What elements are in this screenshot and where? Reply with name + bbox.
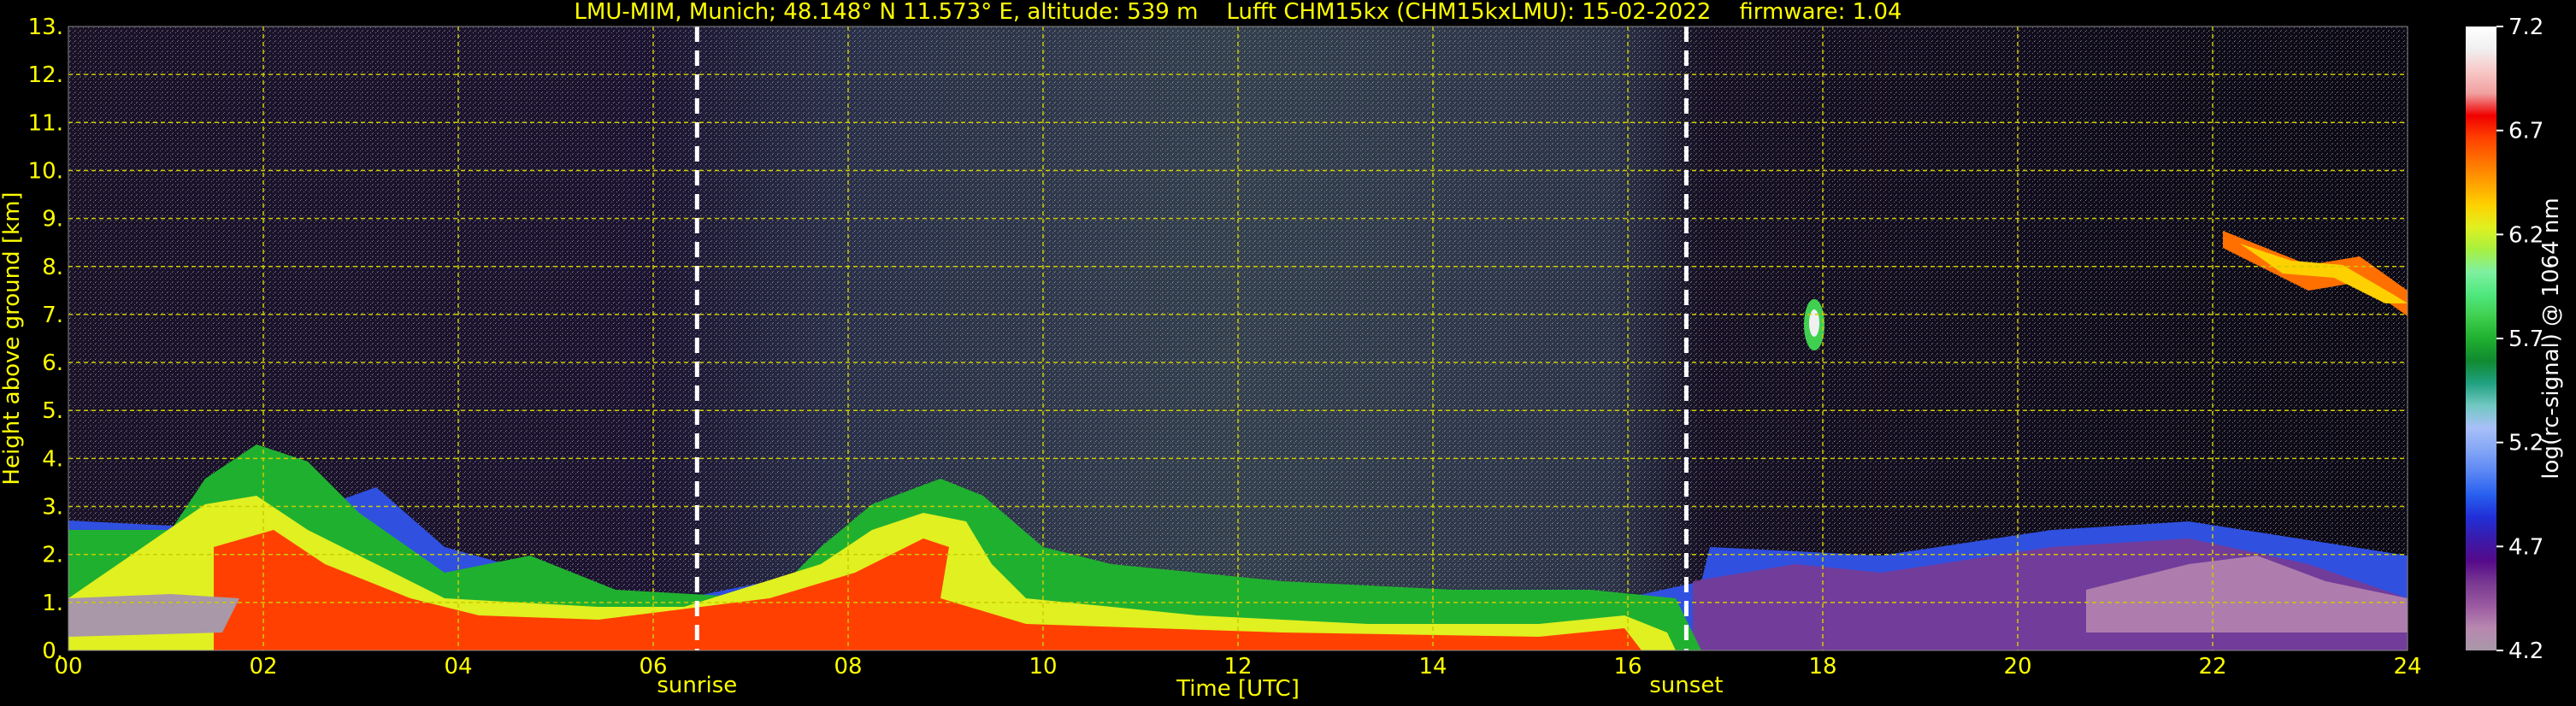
- y-tick-label: 2.: [42, 543, 63, 568]
- x-tick-label: 16: [1613, 654, 1642, 680]
- x-tick-label: 04: [444, 654, 472, 680]
- y-tick-label: 6.: [42, 350, 63, 376]
- colorbar-tick-label: 7.2: [2508, 15, 2544, 40]
- ceilometer-chart: 00 02 04 06 08 10 12 14 16 18 20 22 24sunrise sunset …: [0, 0, 2564, 702]
- x-tick-label: 10: [1029, 654, 1057, 680]
- aerosol-layer-grey: [68, 594, 239, 637]
- colorbar-bar: [2466, 26, 2496, 650]
- x-tick-label: 08: [834, 654, 862, 680]
- y-tick-label: 8.: [42, 255, 63, 280]
- colorbar: 4.24.75.25.76.26.77.2 log(rc-signal) @ 1…: [2466, 15, 2564, 664]
- colorbar-tick-label: 6.7: [2508, 119, 2544, 144]
- x-tick-label: 18: [1808, 654, 1836, 680]
- chart-title: LMU-MIM, Munich; 48.148° N 11.573° E, al…: [574, 0, 1901, 25]
- y-tick-label: 13.: [28, 15, 63, 40]
- y-axis-label: Height above ground [km]: [0, 191, 25, 485]
- x-tick-label: 02: [249, 654, 277, 680]
- y-tick-label: 9.: [42, 207, 63, 232]
- x-tick-label: 20: [2003, 654, 2031, 680]
- colorbar-label: log(rc-signal) @ 1064 nm: [2538, 197, 2564, 479]
- y-tick-label: 4.: [42, 446, 63, 472]
- colorbar-tick-label: 4.7: [2508, 534, 2544, 560]
- y-tick-label: 11.: [28, 110, 63, 136]
- y-axis-ticks: 0. 1. 2. 3. 4. 5. 6. 7. 8. 9. 10. 11. 12. 13.: [28, 15, 63, 664]
- x-axis-label: Time [UTC]: [1176, 676, 1300, 702]
- x-tick-label: 24: [2393, 654, 2421, 680]
- y-tick-label: 5.: [42, 398, 63, 424]
- y-tick-label: 12.: [28, 62, 63, 88]
- x-tick-label: 22: [2198, 654, 2226, 680]
- sun-event-label: sunrise: [657, 673, 737, 698]
- y-tick-label: 1.: [42, 591, 63, 616]
- colorbar-ticks: 4.24.75.25.76.26.77.2: [2496, 15, 2544, 664]
- x-tick-label: 14: [1418, 654, 1447, 680]
- y-tick-label: 0.: [42, 638, 63, 664]
- sun-event-label: sunset: [1649, 673, 1723, 698]
- cloud-18utc-core: [1809, 309, 1819, 337]
- y-tick-label: 7.: [42, 303, 63, 328]
- y-tick-label: 3.: [42, 495, 63, 521]
- colorbar-tick-label: 4.2: [2508, 638, 2544, 664]
- y-tick-label: 10.: [28, 158, 63, 184]
